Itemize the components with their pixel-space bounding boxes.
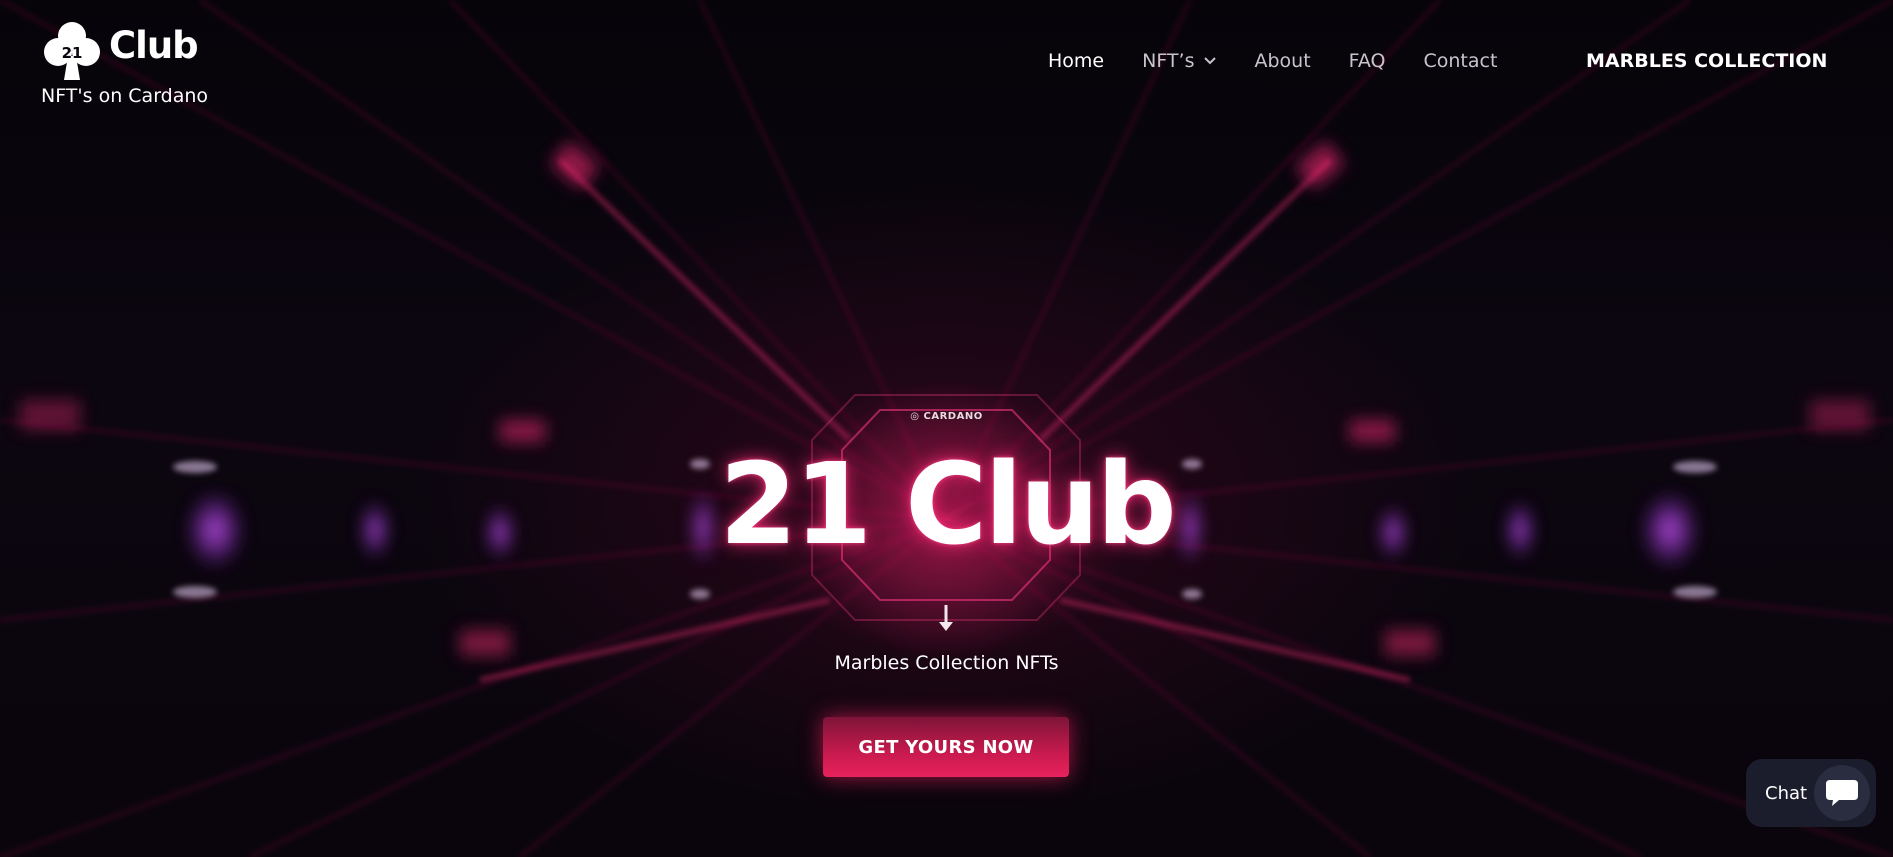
nav-about-label: About	[1254, 50, 1311, 72]
nav-nfts-label: NFT’s	[1142, 50, 1195, 72]
nav-home[interactable]: Home	[1048, 50, 1104, 72]
get-yours-now-label: GET YOURS NOW	[858, 736, 1034, 758]
logo-text: Club	[109, 23, 199, 67]
nav-nfts[interactable]: NFT’s	[1142, 50, 1217, 72]
chat-widget-button[interactable]: Chat	[1746, 759, 1876, 827]
chat-bubble-icon	[1814, 765, 1870, 821]
main-nav: Home NFT’s About FAQ Contact	[1048, 50, 1535, 72]
arrow-down-icon	[939, 605, 953, 631]
nav-faq[interactable]: FAQ	[1349, 50, 1386, 72]
club-suit-icon: 21	[44, 22, 100, 80]
nav-home-label: Home	[1048, 50, 1105, 72]
cardano-label: CARDANO	[923, 411, 983, 422]
nav-contact-label: Contact	[1423, 50, 1498, 72]
cardano-badge: ◎ CARDANO	[0, 411, 1893, 422]
nav-about[interactable]: About	[1254, 50, 1310, 72]
get-yours-now-button[interactable]: GET YOURS NOW	[823, 717, 1069, 777]
nav-contact[interactable]: Contact	[1423, 50, 1497, 72]
marbles-collection-link[interactable]: MARBLES COLLECTION	[1586, 50, 1827, 72]
nav-faq-label: FAQ	[1348, 50, 1386, 72]
page: 21 Club NFT's on Cardano Home NFT’s Abou…	[0, 0, 1893, 857]
hero-subtitle: Marbles Collection NFTs	[834, 652, 1059, 674]
logo-badge: 21	[62, 44, 83, 62]
hero-title: 21 Club	[719, 440, 1176, 570]
cardano-icon: ◎	[910, 411, 924, 422]
site-logo[interactable]: 21 Club	[41, 18, 199, 80]
chevron-down-icon	[1204, 57, 1217, 65]
speech-bubble-icon	[1826, 780, 1858, 806]
site-tagline: NFT's on Cardano	[41, 85, 209, 107]
chat-label: Chat	[1765, 782, 1808, 804]
